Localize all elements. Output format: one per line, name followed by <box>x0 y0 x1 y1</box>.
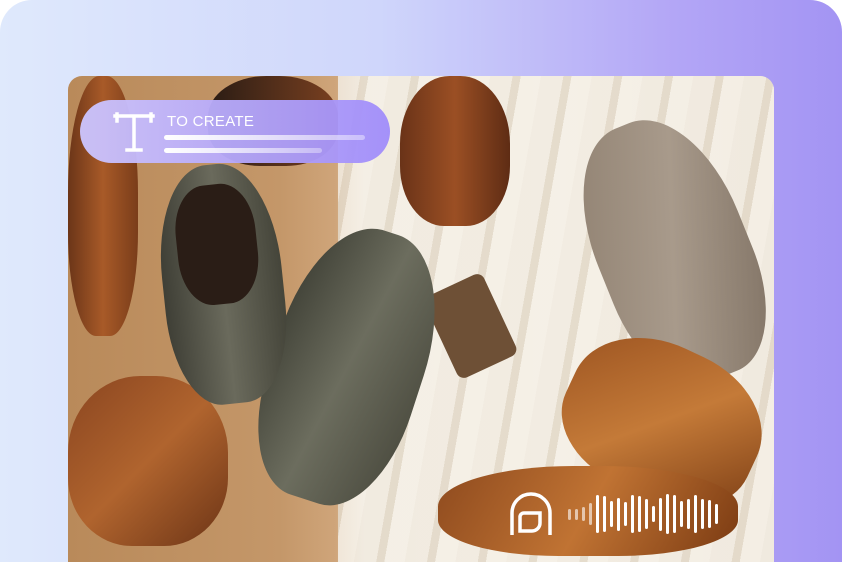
shoe <box>400 76 510 226</box>
text-t-icon <box>113 112 155 152</box>
waveform-bar <box>645 498 648 530</box>
waveform-bar <box>603 496 606 532</box>
waveform-bar <box>589 503 592 525</box>
waveform-bar <box>582 507 585 521</box>
waveform-bar <box>631 495 634 533</box>
shoe <box>150 158 296 410</box>
waveform-bar <box>666 494 669 534</box>
waveform-bar <box>708 499 711 529</box>
waveform-bar <box>575 508 578 520</box>
waveform-bar <box>568 508 571 520</box>
waveform-bar <box>694 495 697 533</box>
text-placeholder-line <box>164 135 365 140</box>
waveform-bar <box>617 497 620 531</box>
waveform-bar <box>659 497 662 531</box>
audio-waveform <box>568 492 718 536</box>
text-placeholder-line <box>164 148 322 153</box>
badge-label: TO CREATE <box>167 113 255 130</box>
waveform-bar <box>624 501 627 527</box>
waveform-bar <box>596 495 599 533</box>
waveform-bar <box>680 500 683 528</box>
waveform-bar <box>715 504 718 524</box>
waveform-bar <box>638 496 641 532</box>
waveform-bar <box>701 498 704 530</box>
brand-logo-icon <box>510 492 552 535</box>
waveform-bar <box>610 500 613 528</box>
waveform-bar <box>652 506 655 522</box>
waveform-bar <box>687 498 690 530</box>
waveform-bar <box>673 495 676 533</box>
shoe <box>68 376 228 546</box>
